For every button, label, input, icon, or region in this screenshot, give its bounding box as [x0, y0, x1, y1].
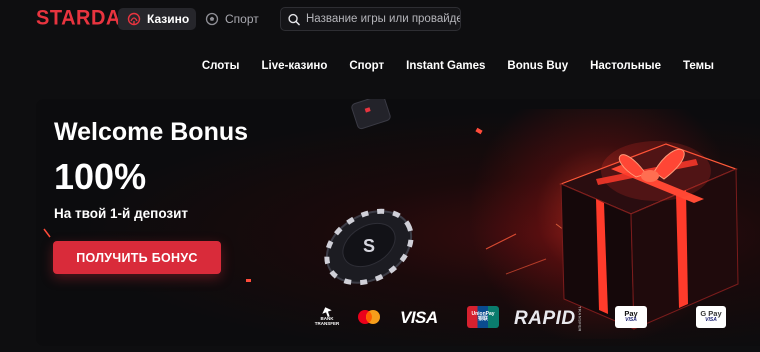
starda-logo[interactable]: STARDA: [36, 6, 121, 30]
casino-chip-icon: [127, 12, 141, 26]
nav-item-slots[interactable]: Слоты: [202, 60, 240, 72]
bank-transfer-label: TRANSFER: [314, 321, 340, 326]
tab-sport-label: Спорт: [225, 12, 259, 26]
tab-sport[interactable]: Спорт: [196, 8, 266, 30]
bank-transfer-icon: BANK TRANSFER: [314, 303, 340, 331]
unionpay-logo: UnionPay 银联: [467, 306, 499, 328]
payment-methods: BANK TRANSFER VISA UnionPay 银联 RAPID TRA…: [314, 303, 756, 333]
google-pay-logo: G Pay VISA: [696, 306, 726, 328]
soccer-ball-icon: [205, 12, 219, 26]
unionpay-chinese-label: 银联: [477, 316, 488, 322]
google-pay-visa-label: VISA: [705, 317, 717, 324]
rapid-label: RAPID: [514, 307, 576, 329]
tab-casino-label: Казино: [147, 12, 190, 26]
search-input[interactable]: [306, 13, 460, 25]
bonus-amount: 100%: [54, 156, 147, 197]
nav-item-instant-games[interactable]: Instant Games: [406, 60, 485, 72]
welcome-bonus-banner[interactable]: S Welcome Bonus 100% На твой 1-й депозит…: [36, 99, 760, 346]
tab-casino[interactable]: Казино: [118, 8, 196, 30]
nav-item-live-casino[interactable]: Live-казино: [261, 60, 327, 72]
visa-logo: VISA: [400, 308, 438, 327]
nav-item-themes[interactable]: Темы: [683, 60, 714, 72]
nav-item-bonus-buy[interactable]: Bonus Buy: [507, 60, 568, 72]
nav-item-table-games[interactable]: Настольные: [590, 60, 661, 72]
poker-chip-icon: S: [324, 208, 414, 286]
mastercard-icon: [356, 308, 382, 326]
floating-cube-icon: [351, 99, 391, 130]
apple-pay-logo: Pay VISA: [615, 306, 647, 328]
rapid-small-label: TRANSFER: [577, 306, 583, 332]
nav-item-sport[interactable]: Спорт: [349, 60, 384, 72]
chip-letter: S: [363, 236, 375, 256]
banner-subtitle: На твой 1-й депозит: [54, 206, 189, 221]
rapid-transfer-logo: RAPID TRANSFER: [514, 306, 583, 332]
category-nav: Слоты Live-казино Спорт Instant Games Bo…: [180, 60, 714, 72]
banner-title: Welcome Bonus: [54, 118, 249, 146]
apple-pay-visa-label: VISA: [625, 317, 637, 324]
search-box[interactable]: [280, 7, 461, 31]
search-icon: [288, 13, 300, 25]
top-bar: STARDA Казино Спорт: [0, 0, 760, 38]
get-bonus-button[interactable]: ПОЛУЧИТЬ БОНУС: [53, 241, 221, 274]
gift-box-icon: [559, 141, 739, 330]
